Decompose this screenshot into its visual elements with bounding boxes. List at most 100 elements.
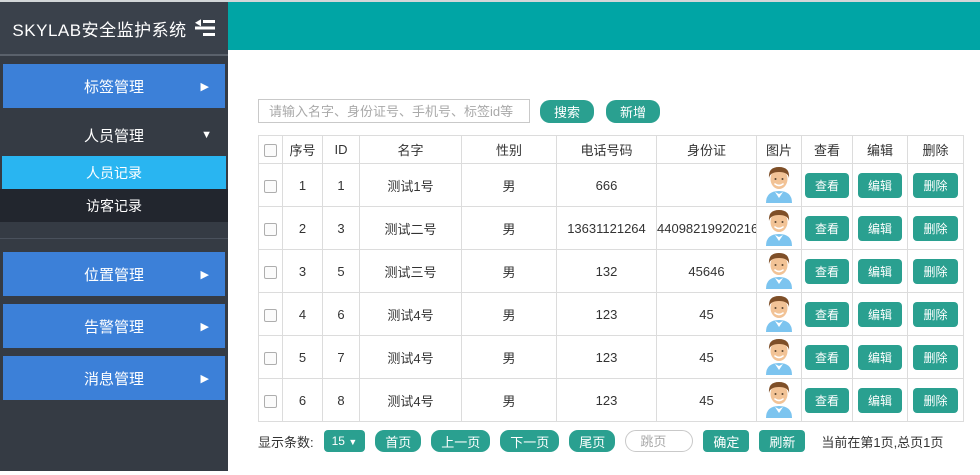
cell-name: 测试4号: [360, 379, 462, 422]
main-content: 搜索 新增 序号 ID 名字 性别 电话号码 身份证 图片 查看: [228, 50, 980, 475]
col-id: ID: [323, 136, 360, 164]
view-button[interactable]: 查看: [805, 259, 849, 284]
row-checkbox[interactable]: [264, 266, 277, 279]
col-no: 序号: [283, 136, 323, 164]
cell-gender: 男: [462, 164, 557, 207]
avatar: [762, 208, 796, 246]
col-id-card: 身份证: [657, 136, 757, 164]
sidebar-item-personnel[interactable]: 人员管理 ▼: [0, 116, 228, 154]
chevron-right-icon: ▶: [201, 80, 209, 93]
cell-no: 6: [283, 379, 323, 422]
last-page-button[interactable]: 尾页: [569, 430, 615, 452]
avatar: [762, 294, 796, 332]
view-button[interactable]: 查看: [805, 345, 849, 370]
view-button[interactable]: 查看: [805, 388, 849, 413]
menu-collapse-icon[interactable]: [194, 18, 216, 38]
cell-id-card: 45: [657, 293, 757, 336]
cell-id: 8: [323, 379, 360, 422]
avatar: [762, 165, 796, 203]
pagination-bar: 显示条数: 15 ▼ 首页 上一页 下一页 尾页 确定 刷新 当前在第1页,总页…: [258, 430, 980, 452]
cell-id-card: 440982199202167: [657, 207, 757, 250]
search-row: 搜索 新增: [258, 99, 980, 123]
select-all-checkbox[interactable]: [264, 144, 277, 157]
add-button[interactable]: 新增: [606, 100, 660, 123]
jump-page-input[interactable]: [625, 430, 693, 452]
delete-button[interactable]: 删除: [913, 173, 957, 198]
cell-id-card: 45: [657, 336, 757, 379]
cell-id: 6: [323, 293, 360, 336]
row-checkbox[interactable]: [264, 309, 277, 322]
sidebar-item-tags[interactable]: 标签管理 ▶: [3, 64, 225, 108]
cell-id-card: 45646: [657, 250, 757, 293]
first-page-button[interactable]: 首页: [375, 430, 421, 452]
cell-no: 1: [283, 164, 323, 207]
sidebar: SKYLAB安全监护系统 标签管理 ▶ 人员管理 ▼ 人员记录: [0, 2, 228, 471]
page-size-select[interactable]: 15 ▼: [324, 430, 366, 452]
cell-phone: 123: [557, 336, 657, 379]
col-name: 名字: [360, 136, 462, 164]
avatar: [762, 380, 796, 418]
edit-button[interactable]: 编辑: [858, 302, 902, 327]
delete-button[interactable]: 删除: [913, 259, 957, 284]
delete-button[interactable]: 删除: [913, 388, 957, 413]
edit-button[interactable]: 编辑: [858, 173, 902, 198]
view-button[interactable]: 查看: [805, 216, 849, 241]
edit-button[interactable]: 编辑: [858, 388, 902, 413]
chevron-right-icon: ▶: [201, 320, 209, 333]
col-phone: 电话号码: [557, 136, 657, 164]
cell-name: 测试二号: [360, 207, 462, 250]
cell-name: 测试4号: [360, 293, 462, 336]
delete-button[interactable]: 删除: [913, 302, 957, 327]
row-checkbox[interactable]: [264, 180, 277, 193]
view-button[interactable]: 查看: [805, 302, 849, 327]
sidebar-item-alarm[interactable]: 告警管理 ▶: [3, 304, 225, 348]
table-row: 2 3 测试二号 男 13631121264 440982199202167: [259, 207, 964, 250]
sidebar-item-label: 人员管理: [84, 125, 144, 146]
view-button[interactable]: 查看: [805, 173, 849, 198]
sidebar-item-location[interactable]: 位置管理 ▶: [3, 252, 225, 296]
sidebar-item-message[interactable]: 消息管理 ▶: [3, 356, 225, 400]
cell-phone: 123: [557, 379, 657, 422]
delete-button[interactable]: 删除: [913, 345, 957, 370]
sidebar-item-visitor-records[interactable]: 访客记录: [0, 189, 228, 222]
col-gender: 性别: [462, 136, 557, 164]
cell-no: 3: [283, 250, 323, 293]
refresh-button[interactable]: 刷新: [759, 430, 805, 452]
edit-button[interactable]: 编辑: [858, 345, 902, 370]
cell-gender: 男: [462, 379, 557, 422]
delete-button[interactable]: 删除: [913, 216, 957, 241]
avatar: [762, 251, 796, 289]
table-row: 5 7 测试4号 男 123 45: [259, 336, 964, 379]
row-checkbox[interactable]: [264, 223, 277, 236]
search-button[interactable]: 搜索: [540, 100, 594, 123]
sidebar-item-personnel-records[interactable]: 人员记录: [2, 156, 226, 189]
cell-phone: 13631121264: [557, 207, 657, 250]
row-checkbox[interactable]: [264, 352, 277, 365]
sidebar-item-label: 告警管理: [84, 316, 144, 337]
app-title: SKYLAB安全监护系统: [12, 16, 186, 41]
edit-button[interactable]: 编辑: [858, 216, 902, 241]
edit-button[interactable]: 编辑: [858, 259, 902, 284]
confirm-button[interactable]: 确定: [703, 430, 749, 452]
search-input[interactable]: [258, 99, 530, 123]
sidebar-item-label: 访客记录: [86, 196, 142, 216]
col-delete: 删除: [908, 136, 964, 164]
cell-phone: 132: [557, 250, 657, 293]
cell-gender: 男: [462, 207, 557, 250]
prev-page-button[interactable]: 上一页: [431, 430, 490, 452]
table-header-row: 序号 ID 名字 性别 电话号码 身份证 图片 查看 编辑 删除: [259, 136, 964, 164]
personnel-table: 序号 ID 名字 性别 电话号码 身份证 图片 查看 编辑 删除 1 1 测试1…: [258, 135, 964, 422]
next-page-button[interactable]: 下一页: [500, 430, 559, 452]
sidebar-group: 位置管理 ▶ 告警管理 ▶ 消息管理 ▶: [0, 238, 228, 400]
cell-no: 2: [283, 207, 323, 250]
cell-phone: 666: [557, 164, 657, 207]
cell-no: 4: [283, 293, 323, 336]
chevron-right-icon: ▶: [201, 268, 209, 281]
cell-id: 3: [323, 207, 360, 250]
row-checkbox[interactable]: [264, 395, 277, 408]
cell-id-card: [657, 164, 757, 207]
cell-gender: 男: [462, 250, 557, 293]
cell-id-card: 45: [657, 379, 757, 422]
cell-id: 7: [323, 336, 360, 379]
sidebar-item-label: 位置管理: [84, 264, 144, 285]
